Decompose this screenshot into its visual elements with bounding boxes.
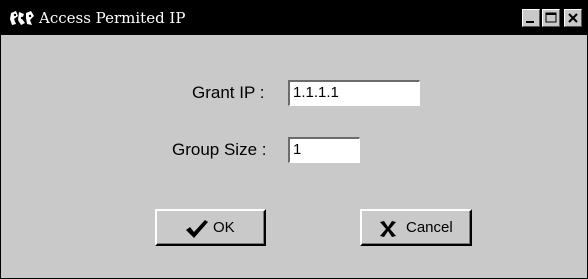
window-title: Access Permited IP [39,9,186,27]
cancel-button-label: Cancel [406,219,453,236]
group-size-input[interactable]: 1 [288,137,360,163]
title-bar[interactable]: Access Permited IP [1,1,587,35]
maximize-button[interactable] [542,9,560,27]
grant-ip-label: Grant IP : [192,83,265,102]
app-icon [9,10,35,27]
minimize-button[interactable] [522,9,540,27]
close-icon [568,13,578,23]
cancel-button[interactable]: Cancel [360,209,472,246]
maximize-icon [545,12,557,23]
access-permited-ip-dialog: Access Permited IP Grant IP : 1.1.1.1 Gr… [0,0,588,279]
group-size-label: Group Size : [172,140,267,159]
close-button[interactable] [564,9,582,27]
ok-button[interactable]: OK [155,209,266,246]
ok-button-label: OK [213,219,235,236]
grant-ip-input[interactable]: 1.1.1.1 [288,80,420,106]
minimize-icon [526,21,534,23]
x-mark-icon [378,220,398,242]
checkmark-icon [185,219,209,243]
